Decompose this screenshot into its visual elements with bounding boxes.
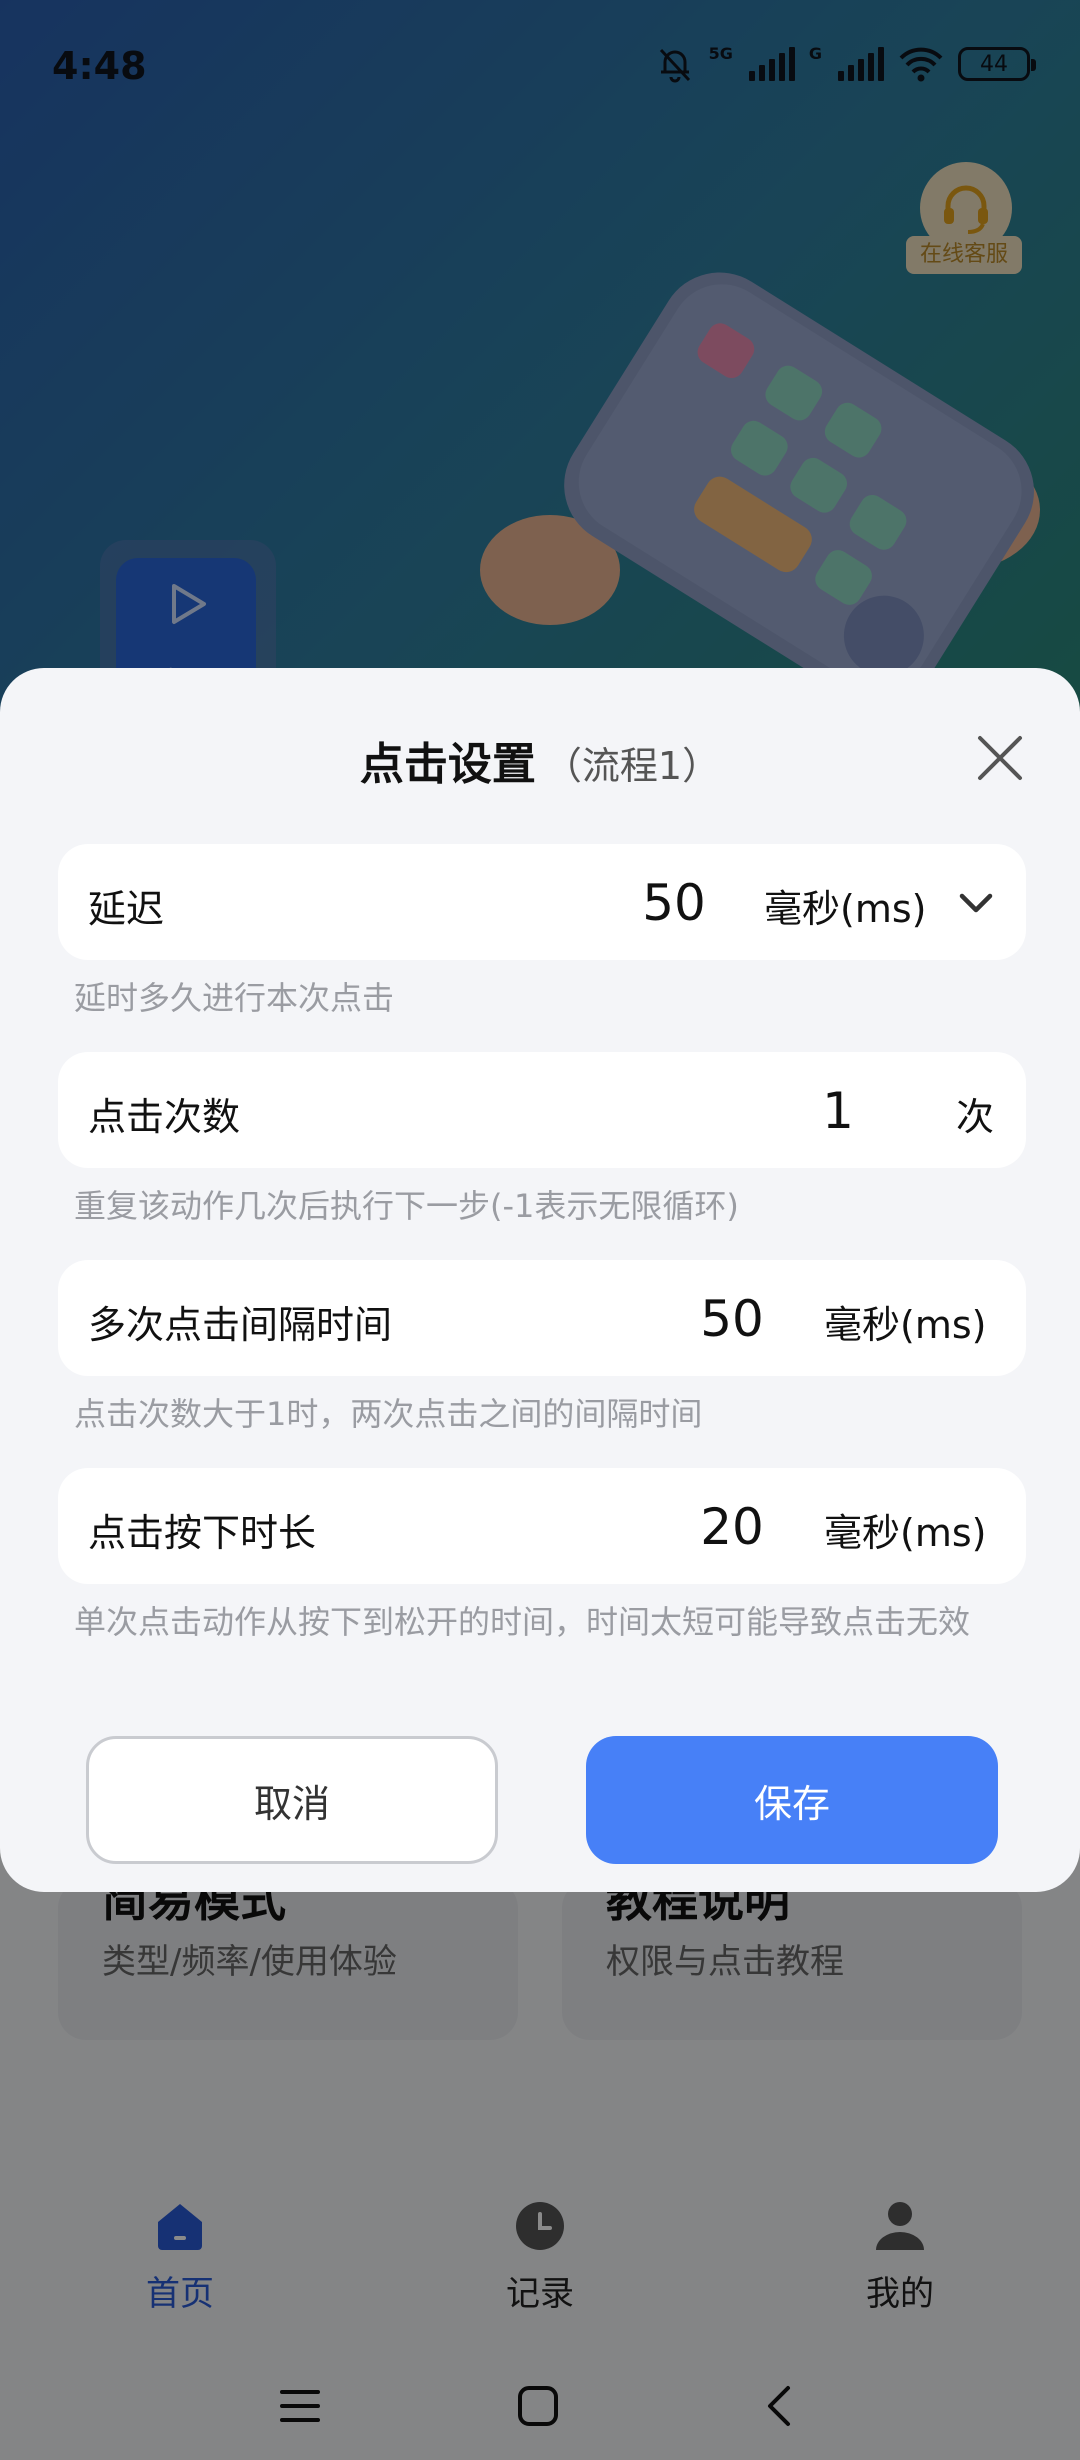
click-interval-unit: 毫秒(ms) <box>824 1303 987 1347</box>
press-duration-input[interactable]: 20 <box>672 1498 792 1556</box>
click-settings-dialog: 点击设置 （流程1） 延迟 50 毫秒(ms) 延时多久进行本次点击 点击次数 1… <box>0 668 1080 1892</box>
delay-row[interactable]: 延迟 50 毫秒(ms) <box>58 844 1026 960</box>
delay-hint: 延时多久进行本次点击 <box>74 979 395 1017</box>
press-duration-label: 点击按下时长 <box>88 1511 317 1555</box>
delay-input[interactable]: 50 <box>614 874 734 932</box>
click-interval-label: 多次点击间隔时间 <box>88 1303 393 1347</box>
press-duration-unit: 毫秒(ms) <box>824 1511 987 1555</box>
click-count-unit: 次 <box>956 1095 995 1139</box>
cancel-button[interactable]: 取消 <box>86 1736 498 1864</box>
click-count-input[interactable]: 1 <box>798 1082 878 1140</box>
dialog-title-sub: （流程1） <box>543 744 721 788</box>
delay-label: 延迟 <box>88 887 165 931</box>
click-interval-input[interactable]: 50 <box>672 1290 792 1348</box>
click-count-hint: 重复该动作几次后执行下一步(-1表示无限循环) <box>74 1187 739 1225</box>
chevron-down-icon[interactable] <box>954 880 998 924</box>
click-interval-hint: 点击次数大于1时，两次点击之间的间隔时间 <box>74 1395 703 1433</box>
delay-unit: 毫秒(ms) <box>764 887 927 931</box>
dialog-title-main: 点击设置 <box>359 739 536 790</box>
close-icon[interactable] <box>972 730 1028 786</box>
click-interval-row[interactable]: 多次点击间隔时间 50 毫秒(ms) <box>58 1260 1026 1376</box>
click-count-label: 点击次数 <box>88 1095 241 1139</box>
press-duration-hint: 单次点击动作从按下到松开的时间，时间太短可能导致点击无效 <box>74 1603 971 1641</box>
click-count-row[interactable]: 点击次数 1 次 <box>58 1052 1026 1168</box>
save-button[interactable]: 保存 <box>586 1736 998 1864</box>
press-duration-row[interactable]: 点击按下时长 20 毫秒(ms) <box>58 1468 1026 1584</box>
dialog-title: 点击设置 （流程1） <box>0 728 1080 792</box>
